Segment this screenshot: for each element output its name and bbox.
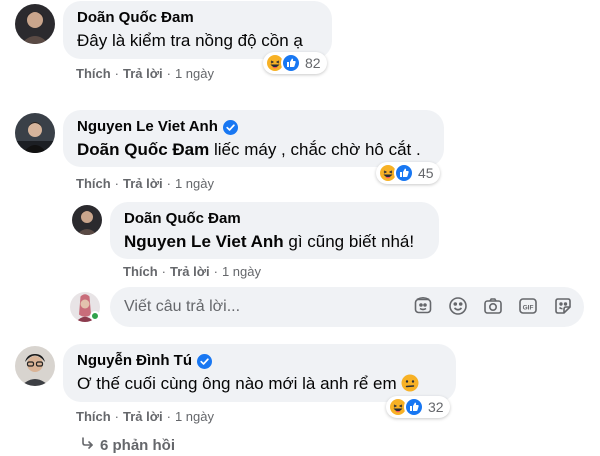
reaction-count: 82 xyxy=(305,55,321,71)
reaction-count: 45 xyxy=(418,165,434,181)
like-button[interactable]: Thích xyxy=(76,176,111,191)
svg-text:GIF: GIF xyxy=(523,304,534,311)
confused-emoji-icon xyxy=(401,374,419,392)
timestamp[interactable]: 1 ngày xyxy=(222,264,261,279)
view-replies-button[interactable]: 6 phản hồi xyxy=(80,436,175,454)
reaction-summary[interactable]: 32 xyxy=(386,396,450,418)
timestamp[interactable]: 1 ngày xyxy=(175,176,214,191)
emoji-icon[interactable] xyxy=(447,295,469,317)
comment-author[interactable]: Nguyen Le Viet Anh xyxy=(77,118,430,136)
comment-actions: Thích · Trả lời · 1 ngày xyxy=(76,176,214,191)
comment-actions: Thích · Trả lời · 1 ngày xyxy=(123,264,261,279)
verified-icon xyxy=(222,119,238,135)
avatar[interactable] xyxy=(15,346,55,386)
avatar[interactable] xyxy=(72,205,102,235)
mention-link[interactable]: Doãn Quốc Đam xyxy=(77,140,209,159)
like-button[interactable]: Thích xyxy=(123,264,158,279)
timestamp[interactable]: 1 ngày xyxy=(175,409,214,424)
comment-text: Đây là kiểm tra nồng độ cồn ạ xyxy=(77,31,303,50)
reply-button[interactable]: Trả lời xyxy=(123,66,163,81)
comment-actions: Thích · Trả lời · 1 ngày xyxy=(76,66,214,81)
sticker-icon[interactable] xyxy=(552,295,574,317)
reply-input[interactable] xyxy=(124,298,404,316)
timestamp[interactable]: 1 ngày xyxy=(175,66,214,81)
comment-text: Ơ thế cuối cùng ông nào mới là anh rể em xyxy=(77,373,442,395)
reply-arrow-icon xyxy=(80,436,94,454)
mention-link[interactable]: Nguyen Le Viet Anh xyxy=(124,232,284,251)
comment-author[interactable]: Nguyễn Đình Tú xyxy=(77,352,442,370)
avatar[interactable] xyxy=(15,113,55,153)
verified-icon xyxy=(197,353,212,369)
like-button[interactable]: Thích xyxy=(76,66,111,81)
reply-button[interactable]: Trả lời xyxy=(123,176,163,191)
reply-bubble: Doãn Quốc Đam Nguyen Le Viet Anh gì cũng… xyxy=(110,202,439,259)
comment-bubble: Nguyen Le Viet Anh Doãn Quốc Đam liếc má… xyxy=(63,110,444,167)
comment-bubble: Doãn Quốc Đam Đây là kiểm tra nồng độ cồ… xyxy=(63,1,332,59)
online-status-indicator xyxy=(90,311,100,321)
comment-text: Nguyen Le Viet Anh gì cũng biết nhá! xyxy=(124,232,415,251)
reply-button[interactable]: Trả lời xyxy=(170,264,210,279)
reply-button[interactable]: Trả lời xyxy=(123,409,163,424)
like-icon xyxy=(281,53,301,73)
camera-icon[interactable] xyxy=(482,295,504,317)
comment-author[interactable]: Doãn Quốc Đam xyxy=(77,9,318,27)
comment-author[interactable]: Doãn Quốc Đam xyxy=(124,210,425,228)
comment-actions: Thích · Trả lời · 1 ngày xyxy=(76,409,214,424)
reaction-count: 32 xyxy=(428,399,444,415)
comment-text: Doãn Quốc Đam liếc máy , chắc chờ hô cắt… xyxy=(77,140,421,159)
avatar-sticker-icon[interactable] xyxy=(412,295,434,317)
reaction-summary[interactable]: 82 xyxy=(263,52,327,74)
gif-icon[interactable]: GIF xyxy=(517,295,539,317)
like-button[interactable]: Thích xyxy=(76,409,111,424)
reply-tools: GIF xyxy=(412,295,574,317)
reply-input-box[interactable]: GIF xyxy=(110,287,584,327)
like-icon xyxy=(404,397,424,417)
reaction-summary[interactable]: 45 xyxy=(376,162,440,184)
like-icon xyxy=(394,163,414,183)
comment-bubble: Nguyễn Đình Tú Ơ thế cuối cùng ông nào m… xyxy=(63,344,456,402)
avatar[interactable] xyxy=(15,4,55,44)
